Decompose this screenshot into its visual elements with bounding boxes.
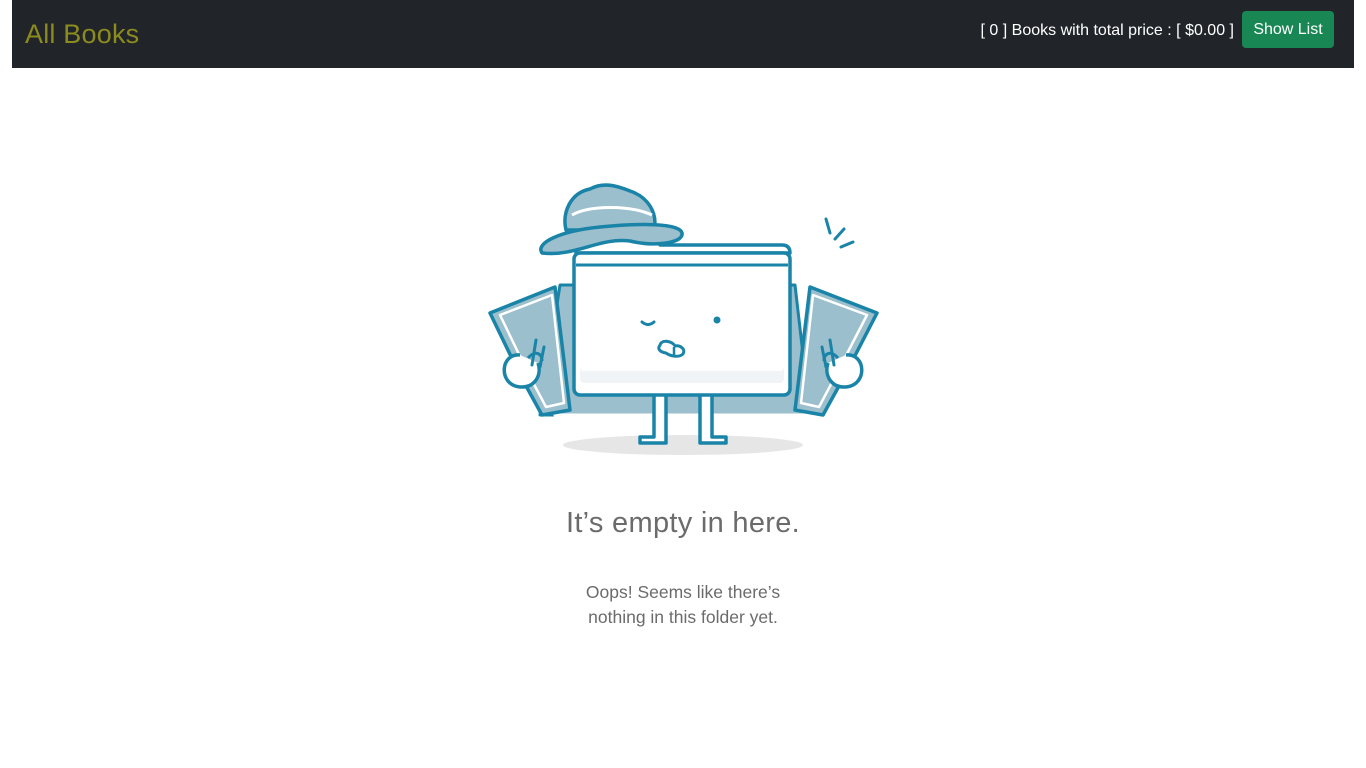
cart-total-price: [ $0.00 ]	[1176, 22, 1234, 39]
show-list-button[interactable]: Show List	[1242, 11, 1334, 48]
empty-state-message: Oops! Seems like there’s nothing in this…	[533, 580, 833, 630]
cart-summary: [ 0 ] Books with total price : [ $0.00 ]	[981, 20, 1234, 42]
empty-state-line-2: nothing in this folder yet.	[588, 607, 778, 627]
cart-summary-label: Books with total price :	[1007, 22, 1177, 39]
empty-folder-detective-icon	[480, 175, 890, 465]
top-navbar: All Books [ 0 ] Books with total price :…	[12, 0, 1354, 68]
cart-count: [ 0 ]	[980, 22, 1008, 39]
empty-state-line-1: Oops! Seems like there’s	[585, 582, 781, 602]
brand-link[interactable]: All Books	[25, 17, 139, 51]
empty-state-title: It’s empty in here.	[565, 507, 801, 539]
